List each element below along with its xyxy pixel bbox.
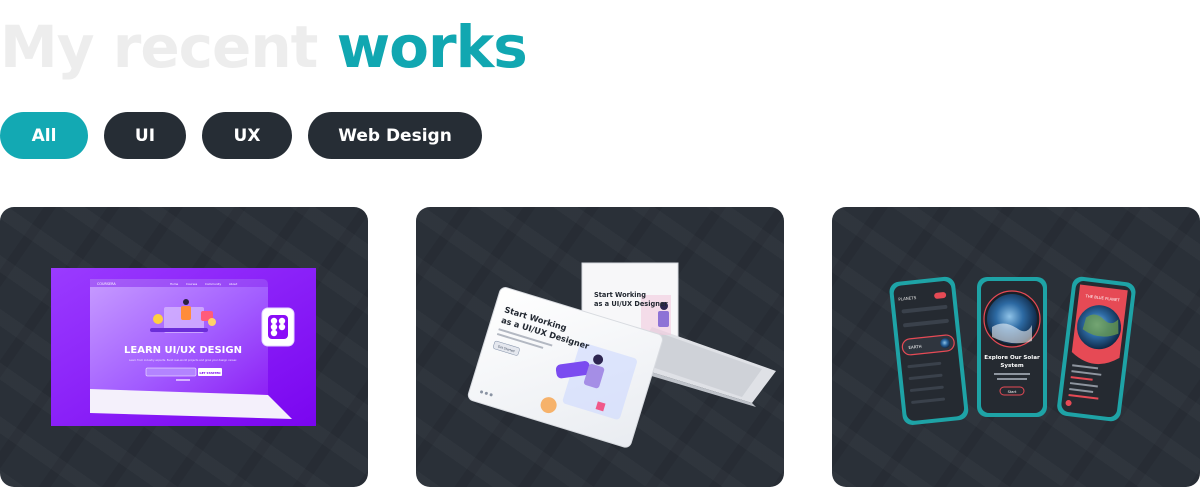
heading-muted: My recent [0, 13, 337, 81]
phone2-title-1: Explore Our Solar [984, 355, 1040, 361]
project-card-start-working[interactable]: Start Working as a UI/UX Designer Start … [416, 207, 784, 487]
project-card-solar-system[interactable]: PLANETS EARTH Explore Our Solar System S… [832, 207, 1200, 487]
preview-brand: COURSERA [97, 282, 116, 286]
project-preview-phones: PLANETS EARTH Explore Our Solar System S… [889, 276, 1136, 425]
phone2-title-2: System [1000, 363, 1023, 369]
filter-ui-button[interactable]: UI [104, 112, 186, 159]
phone2-button: Start [1008, 390, 1017, 394]
preview-nav-2: Courses [186, 282, 198, 286]
filter-web-design-button[interactable]: Web Design [308, 112, 482, 159]
project-preview-learn-uiux: COURSERA Home Courses Community About LE… [51, 268, 316, 426]
preview-headline: LEARN UI/UX DESIGN [124, 345, 242, 356]
phone-explore-solar: Explore Our Solar System Start [977, 277, 1047, 417]
section-heading: My recent works [0, 8, 528, 86]
phone-blue-planet: THE BLUE PLANET [1057, 276, 1136, 422]
preview-subtext: Learn from industry experts. Build real-… [129, 358, 237, 362]
preview-nav-4: About [229, 282, 238, 286]
preview-nav-1: Home [170, 282, 179, 286]
project-preview-laptop: Start Working as a UI/UX Designer Start … [467, 262, 776, 448]
filter-ux-button[interactable]: UX [202, 112, 292, 159]
screen-headline-1: Start Working [594, 291, 646, 299]
preview-cta: GET STARTED [199, 371, 221, 375]
filter-bar: All UI UX Web Design [0, 112, 482, 159]
preview-nav-3: Community [205, 282, 222, 286]
project-card-learn-uiux[interactable]: COURSERA Home Courses Community About LE… [0, 207, 368, 487]
screen-headline-2: as a UI/UX Designer [594, 300, 668, 308]
heading-accent: works [336, 13, 528, 81]
phone-planets-list: PLANETS EARTH [889, 276, 969, 425]
figma-icon [261, 307, 295, 347]
filter-all-button[interactable]: All [0, 112, 88, 159]
